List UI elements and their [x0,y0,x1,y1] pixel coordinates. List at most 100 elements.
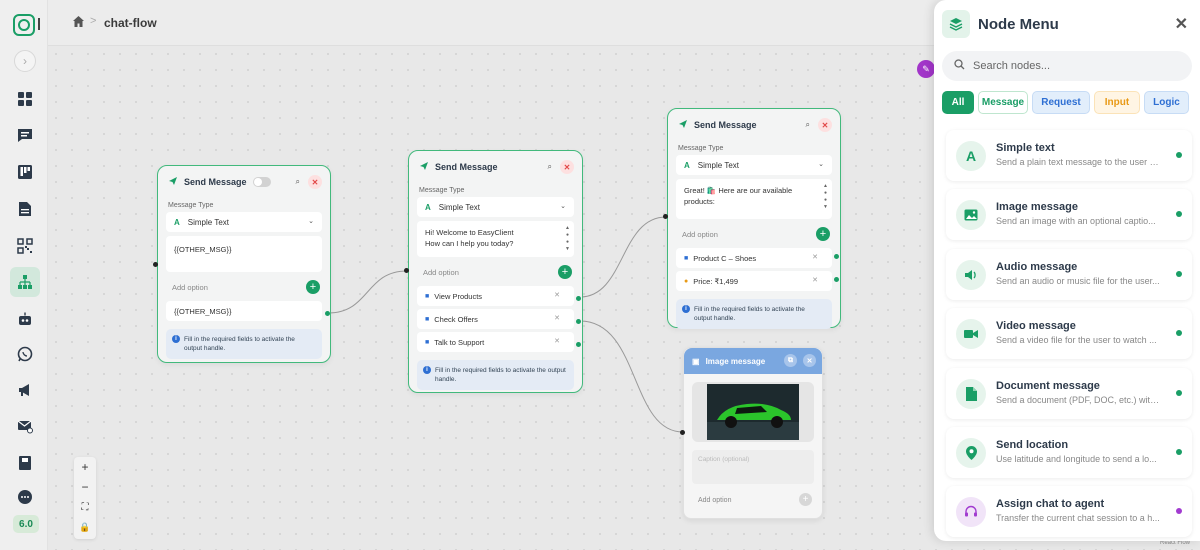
remove-option-icon[interactable]: ✕ [812,276,818,284]
textarea-scroll[interactable]: ▲ ● ● ▼ [823,183,828,211]
node-item-audio-message[interactable]: Audio message Send an audio or music fil… [946,248,1192,300]
qr-code-icon[interactable] [10,231,40,261]
filter-request[interactable]: Request [1032,91,1090,114]
option-label: Product C – Shoes [693,253,757,263]
flow-icon[interactable] [10,267,40,297]
letter-a-icon: A [684,160,690,170]
output-handle[interactable] [325,311,330,316]
add-option-row: Add option + [676,223,832,245]
image-preview[interactable] [692,382,814,442]
option-row[interactable]: ● Price: ₹1,499 ✕ [676,271,832,291]
node-item-send-location[interactable]: Send location Use latitude and longitude… [946,426,1192,478]
car-image [707,384,799,440]
speaker-icon [956,259,986,290]
chevron-down-icon: ⌄ [818,161,824,168]
filter-all[interactable]: All [942,91,974,114]
message-type-select[interactable]: A Simple Text ⌄ [676,155,832,175]
message-textarea[interactable]: {{OTHER_MSG}} [166,236,322,272]
fit-view-button[interactable]: ⛶ [74,497,96,517]
node-item-document-message[interactable]: Document message Send a document (PDF, D… [946,367,1192,419]
mail-check-icon[interactable] [10,411,40,441]
zoom-in-button[interactable]: + [74,457,96,477]
wand-icon[interactable]: ✎ [917,60,935,78]
input-handle[interactable] [153,262,158,267]
option-row[interactable]: ■ Check Offers ✕ [417,309,574,329]
node-item-image-message[interactable]: Image message Send an image with an opti… [946,189,1192,241]
pin-icon[interactable]: ⌕ [806,120,810,130]
sidebar-expand-button[interactable]: › [14,50,36,72]
copy-icon[interactable]: ⧉ [784,354,797,367]
remove-option-icon[interactable]: ✕ [554,337,560,345]
megaphone-icon[interactable] [10,375,40,405]
filter-message[interactable]: Message [978,91,1028,114]
message-type-select[interactable]: A Simple Text ⌄ [166,212,322,232]
zoom-out-button[interactable]: − [74,477,96,497]
chat-bubble-icon[interactable] [10,482,40,512]
delete-node-button[interactable]: ✕ [818,118,832,132]
pin-icon[interactable]: ⌕ [548,162,552,172]
output-handle[interactable] [834,254,839,259]
delete-node-button[interactable]: ✕ [308,175,322,189]
add-option-label: Add option [172,282,208,292]
output-handle[interactable] [576,319,581,324]
message-line: How can I help you today? [425,239,514,248]
map-pin-icon [956,437,986,468]
message-type-select[interactable]: A Simple Text ⌄ [417,197,574,217]
search-input[interactable] [973,60,1173,72]
output-handle[interactable] [834,277,839,282]
option-row[interactable]: ■ Talk to Support ✕ [417,332,574,352]
caption-field[interactable]: Caption (optional) [692,450,814,484]
remove-option-icon[interactable]: ✕ [554,314,560,322]
chat-icon[interactable] [10,120,40,150]
option-row[interactable]: ■ Product C – Shoes ✕ [676,248,832,268]
book-icon[interactable] [10,448,40,478]
message-textarea[interactable]: Great! 🛍️ Here are our available product… [676,179,832,219]
video-camera-icon [956,319,986,350]
kanban-icon[interactable] [10,157,40,187]
delete-node-button[interactable]: ✕ [803,354,816,367]
input-handle[interactable] [663,214,668,219]
option-row[interactable]: {{OTHER_MSG}} [166,301,322,321]
send-icon [168,176,178,188]
close-icon[interactable]: ✕ [1175,14,1188,34]
send-message-node[interactable]: Send Message ⌕ ✕ Message Type A Simple T… [408,150,583,393]
document-icon[interactable] [10,194,40,224]
add-option-button[interactable]: + [816,227,830,241]
pin-icon[interactable]: ⌕ [296,177,300,187]
send-message-node[interactable]: Send Message ⌕ ✕ Message Type A Simple T… [667,108,841,329]
output-handle[interactable] [576,342,581,347]
search-box[interactable] [942,51,1192,81]
whatsapp-icon[interactable] [10,339,40,369]
filter-input[interactable]: Input [1094,91,1140,114]
image-message-node[interactable]: ▣ Image message ⧉ ✕ Caption (optional) A… [683,347,823,519]
remove-option-icon[interactable]: ✕ [812,253,818,261]
category-dot [1176,211,1182,218]
message-textarea[interactable]: Hi! Welcome to EasyClient How can I help… [417,221,574,257]
add-option-button[interactable]: + [799,493,812,506]
node-title: Send Message [435,162,498,172]
add-option-button[interactable]: + [558,265,572,279]
add-option-button[interactable]: + [306,280,320,294]
node-item-assign-chat-to-agent[interactable]: Assign chat to agent Transfer the curren… [946,486,1192,538]
remove-option-icon[interactable]: ✕ [554,291,560,299]
node-item-video-message[interactable]: Video message Send a video file for the … [946,308,1192,360]
textarea-scroll[interactable]: ▲ ● ● ▼ [565,225,570,253]
output-handle[interactable] [576,296,581,301]
option-row[interactable]: ■ View Products ✕ [417,286,574,306]
add-option-row: Add option + [692,490,814,510]
delete-node-button[interactable]: ✕ [560,160,574,174]
node-toggle[interactable] [252,177,271,187]
send-icon [678,119,688,131]
filter-chips: All Message Request Input Logic [942,91,1189,114]
required-fields-notice: Fill in the required fields to activate … [417,360,574,390]
node-item-simple-text[interactable]: A Simple text Send a plain text message … [946,130,1192,181]
dashboard-icon[interactable] [10,84,40,114]
input-handle[interactable] [404,268,409,273]
send-message-node[interactable]: Send Message ⌕ ✕ Message Type A Simple T… [157,165,331,363]
bot-icon[interactable] [10,304,40,334]
lock-button[interactable]: 🔒 [74,517,96,537]
input-handle[interactable] [680,430,685,435]
app-logo-icon[interactable] [13,14,35,36]
filter-logic[interactable]: Logic [1144,91,1189,114]
home-icon[interactable] [72,15,85,33]
